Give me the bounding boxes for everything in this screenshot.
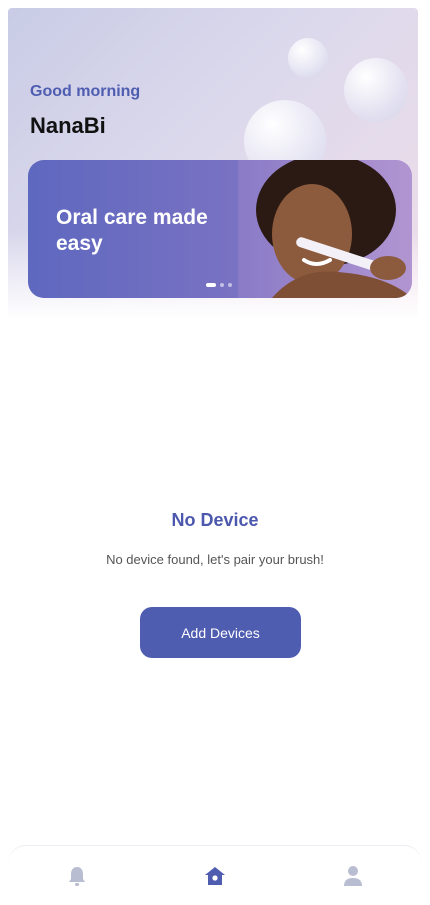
empty-state-message: No device found, let's pair your brush! <box>106 552 324 567</box>
banner-photo <box>238 160 412 298</box>
promo-banner[interactable]: Oral care made easy <box>28 160 412 298</box>
carousel-dot-active[interactable] <box>206 283 216 287</box>
bell-icon <box>69 866 85 886</box>
carousel-indicator <box>206 283 232 287</box>
carousel-dot[interactable] <box>220 283 224 287</box>
carousel-dot[interactable] <box>228 283 232 287</box>
bottom-tab-bar <box>8 845 422 905</box>
home-icon <box>205 866 225 885</box>
profile-icon <box>344 865 362 886</box>
username-text: NanaBi <box>30 113 106 138</box>
decorative-bubble <box>288 38 328 78</box>
tab-profile[interactable] <box>333 856 373 896</box>
banner-title: Oral care made easy <box>56 206 208 255</box>
decorative-bubble <box>344 58 408 122</box>
tab-home[interactable] <box>195 856 235 896</box>
empty-state-title: No Device <box>171 510 259 530</box>
tab-notifications[interactable] <box>57 856 97 896</box>
greeting-text: Good morning <box>30 83 141 100</box>
add-devices-button[interactable]: Add Devices <box>140 607 301 658</box>
